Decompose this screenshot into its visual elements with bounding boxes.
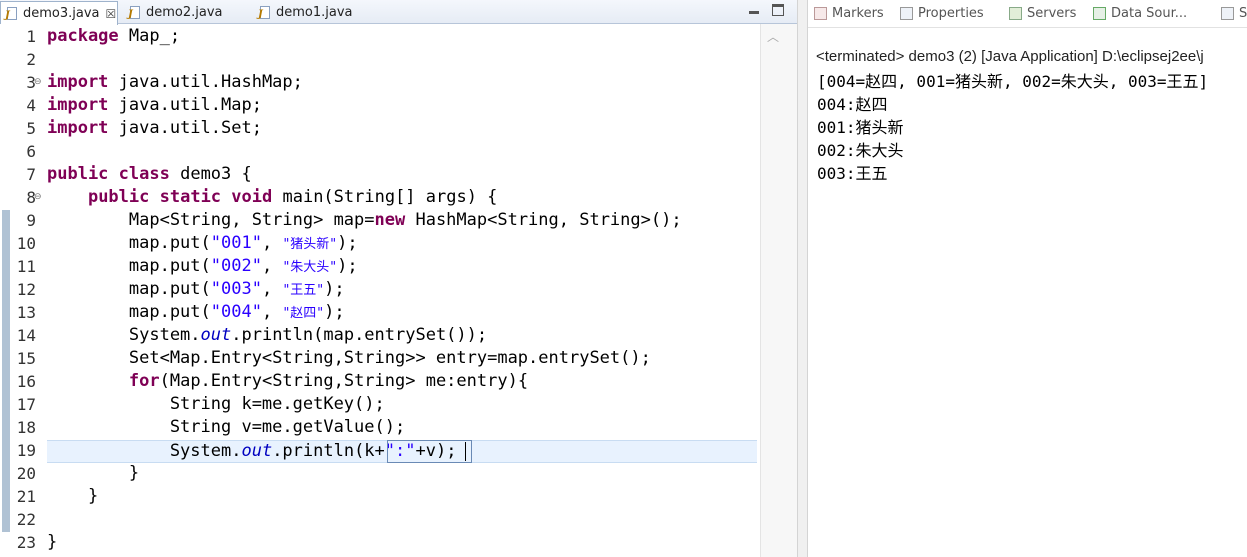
code-line: import java.util.Set; [47,118,262,138]
code-line: String v=me.getValue(); [47,417,406,437]
linked-edit-selection-box [387,440,472,463]
line-number: 20 [16,464,36,483]
tab-demo3-java[interactable]: J demo3.java ☒ [0,1,118,25]
line-number: 5 [26,119,36,138]
console-output-line: 001:猪头新 [817,118,904,137]
vertical-scrollbar[interactable]: ︿ [760,24,797,557]
code-line: String k=me.getKey(); [47,394,385,414]
code-line: public class demo3 { [47,164,252,184]
view-tab-bar: Markers Properties Servers Data Sour... … [808,0,1247,28]
tab-label: demo3.java [23,6,100,21]
fold-collapse-icon[interactable]: ⊖ [34,186,42,209]
code-editor[interactable]: J demo3.java ☒ J demo2.java J demo1.java… [0,0,797,557]
code-line: map.put("003", "王五"); [47,279,345,299]
line-number: 14 [16,326,36,345]
tab-label: Servers [1027,5,1077,21]
line-number: 17 [16,395,36,414]
code-line: Set<Map.Entry<String,String>> entry=map.… [47,348,651,368]
line-number: 15 [16,349,36,368]
line-number: 9 [26,211,36,230]
tab-demo1-java[interactable]: J demo1.java [254,1,378,24]
line-number: 16 [16,372,36,391]
data-source-icon [1093,6,1106,20]
code-line: for(Map.Entry<String,String> me:entry){ [128,371,529,391]
tab-markers[interactable]: Markers [814,4,884,22]
line-number: 12 [16,280,36,299]
tab-label: Data Sour... [1111,5,1188,21]
properties-icon [900,6,913,20]
line-number: 6 [26,142,36,161]
console-output-line: [004=赵四, 001=猪头新, 002=朱大头, 003=王五] [817,72,1209,91]
line-number: 7 [26,165,36,184]
code-line: System.out.println(map.entrySet()); [47,325,488,345]
servers-icon [1009,6,1022,20]
console-output-line: 004:赵四 [817,95,888,114]
markers-icon [814,6,827,20]
code-line: Map<String, String> map=new HashMap<Stri… [47,210,682,230]
tab-label: demo2.java [146,5,223,20]
tab-demo2-java[interactable]: J demo2.java [124,1,248,24]
line-number: 21 [16,487,36,506]
console-view: Markers Properties Servers Data Sour... … [808,0,1247,557]
java-file-icon: J [128,5,142,20]
tab-label: S [1239,5,1247,21]
scroll-up-icon[interactable]: ︿ [767,28,779,45]
pane-splitter[interactable] [797,0,808,557]
line-number: 8 [26,188,36,207]
line-number: 18 [16,418,36,437]
tab-label: Markers [832,5,884,21]
java-file-icon: J [258,5,272,20]
tab-label: demo1.java [276,5,353,20]
close-tab-icon[interactable]: ☒ [106,7,117,21]
line-number: 10 [16,234,36,253]
tab-snippets[interactable]: S [1221,4,1247,22]
line-number: 23 [16,533,36,552]
code-line: } [47,463,140,483]
code-line: } [47,486,99,506]
tab-properties[interactable]: Properties [900,4,984,22]
line-number: 2 [26,50,36,69]
java-file-icon: J [5,6,19,21]
code-line: package Map_; [47,26,181,46]
change-indicator-bar [2,210,10,532]
code-line: } [47,532,58,552]
line-number: 22 [16,510,36,529]
minimize-icon[interactable] [748,4,760,16]
console-process-description: <terminated> demo3 (2) [Java Application… [816,48,1204,65]
code-line: public static void main(String[] args) { [87,187,498,207]
line-number: 13 [16,303,36,322]
line-number: 1 [26,27,36,46]
fold-collapse-icon[interactable]: ⊖ [34,71,42,94]
line-number: 11 [16,257,36,276]
text-caret [465,442,466,461]
code-line: import java.util.HashMap; [47,72,303,92]
line-number: 3 [26,73,36,92]
code-line: map.put("001", "猪头新"); [47,233,358,253]
tab-data-source-explorer[interactable]: Data Sour... [1093,4,1187,22]
code-line: map.put("004", "赵四"); [47,302,345,322]
code-line: import java.util.Map; [47,95,262,115]
tab-label: Properties [918,5,984,21]
maximize-icon[interactable] [772,4,784,16]
console-output-line: 003:王五 [817,164,888,183]
code-line: map.put("002", "朱大头"); [47,256,358,276]
tab-servers[interactable]: Servers [1009,4,1076,22]
line-number: 4 [26,96,36,115]
line-number: 19 [16,441,36,460]
snippets-icon [1221,6,1234,20]
console-output-line: 002:朱大头 [817,141,904,160]
editor-tab-bar: J demo3.java ☒ J demo2.java J demo1.java [0,0,797,25]
